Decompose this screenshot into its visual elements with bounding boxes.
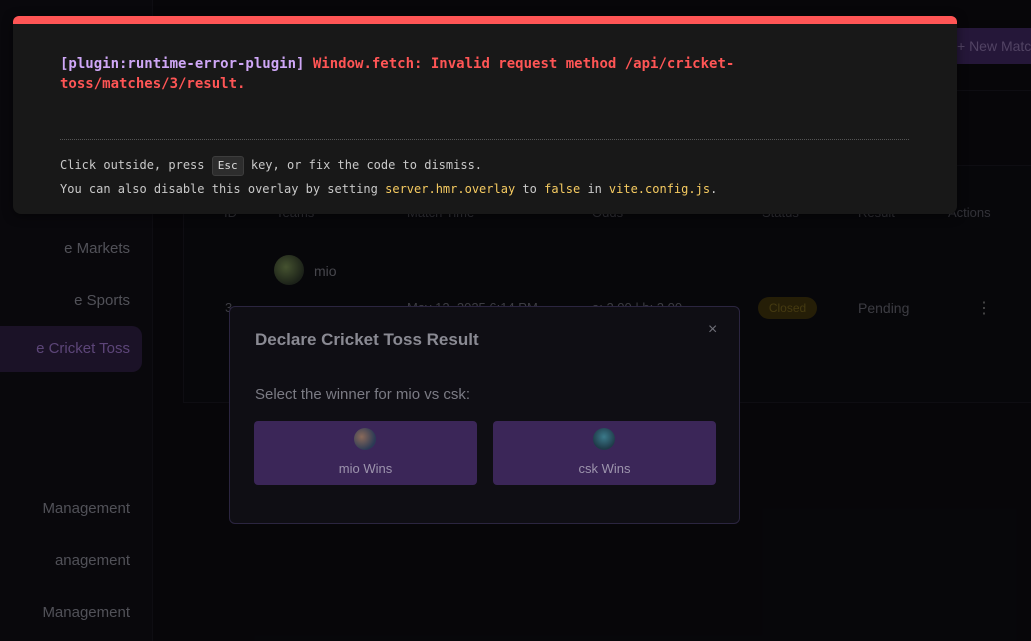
error-message: [plugin:runtime-error-plugin] Window.fet…	[60, 54, 910, 94]
modal-title: Declare Cricket Toss Result	[255, 330, 479, 349]
esc-key: Esc	[211, 156, 244, 176]
csk-logo-icon	[593, 428, 615, 450]
tip2-text-a: You can also disable this overlay by set…	[60, 182, 378, 196]
tip2-text-b: to	[522, 182, 537, 196]
modal-prompt: Select the winner for mio vs csk:	[255, 386, 471, 403]
team-a-wins-button[interactable]: mio Wins	[254, 421, 477, 485]
tip2-code-setting: server.hmr.overlay	[385, 182, 516, 196]
team-a-wins-label: mio Wins	[338, 461, 393, 476]
error-tip-disable: You can also disable this overlay by set…	[60, 182, 717, 196]
tip2-text-c: in	[587, 182, 602, 196]
tip2-code-false: false	[544, 182, 581, 196]
close-icon[interactable]: ×	[708, 321, 717, 339]
team-b-wins-button[interactable]: csk Wins	[493, 421, 716, 485]
tip1-text-a: Click outside, press	[60, 158, 205, 172]
error-tip-dismiss: Click outside, press Esc key, or fix the…	[60, 156, 482, 176]
error-plugin-name: [plugin:runtime-error-plugin]	[60, 56, 305, 72]
mio-logo-icon	[354, 428, 376, 450]
error-overlay[interactable]: [plugin:runtime-error-plugin] Window.fet…	[13, 16, 957, 214]
declare-result-modal: Declare Cricket Toss Result × Select the…	[229, 306, 740, 524]
tip2-text-d: .	[710, 182, 718, 196]
team-b-wins-label: csk Wins	[578, 461, 631, 476]
error-divider	[60, 139, 909, 140]
tip1-text-b: key, or fix the code to dismiss.	[250, 158, 483, 172]
tip2-code-file: vite.config.js	[608, 182, 711, 196]
